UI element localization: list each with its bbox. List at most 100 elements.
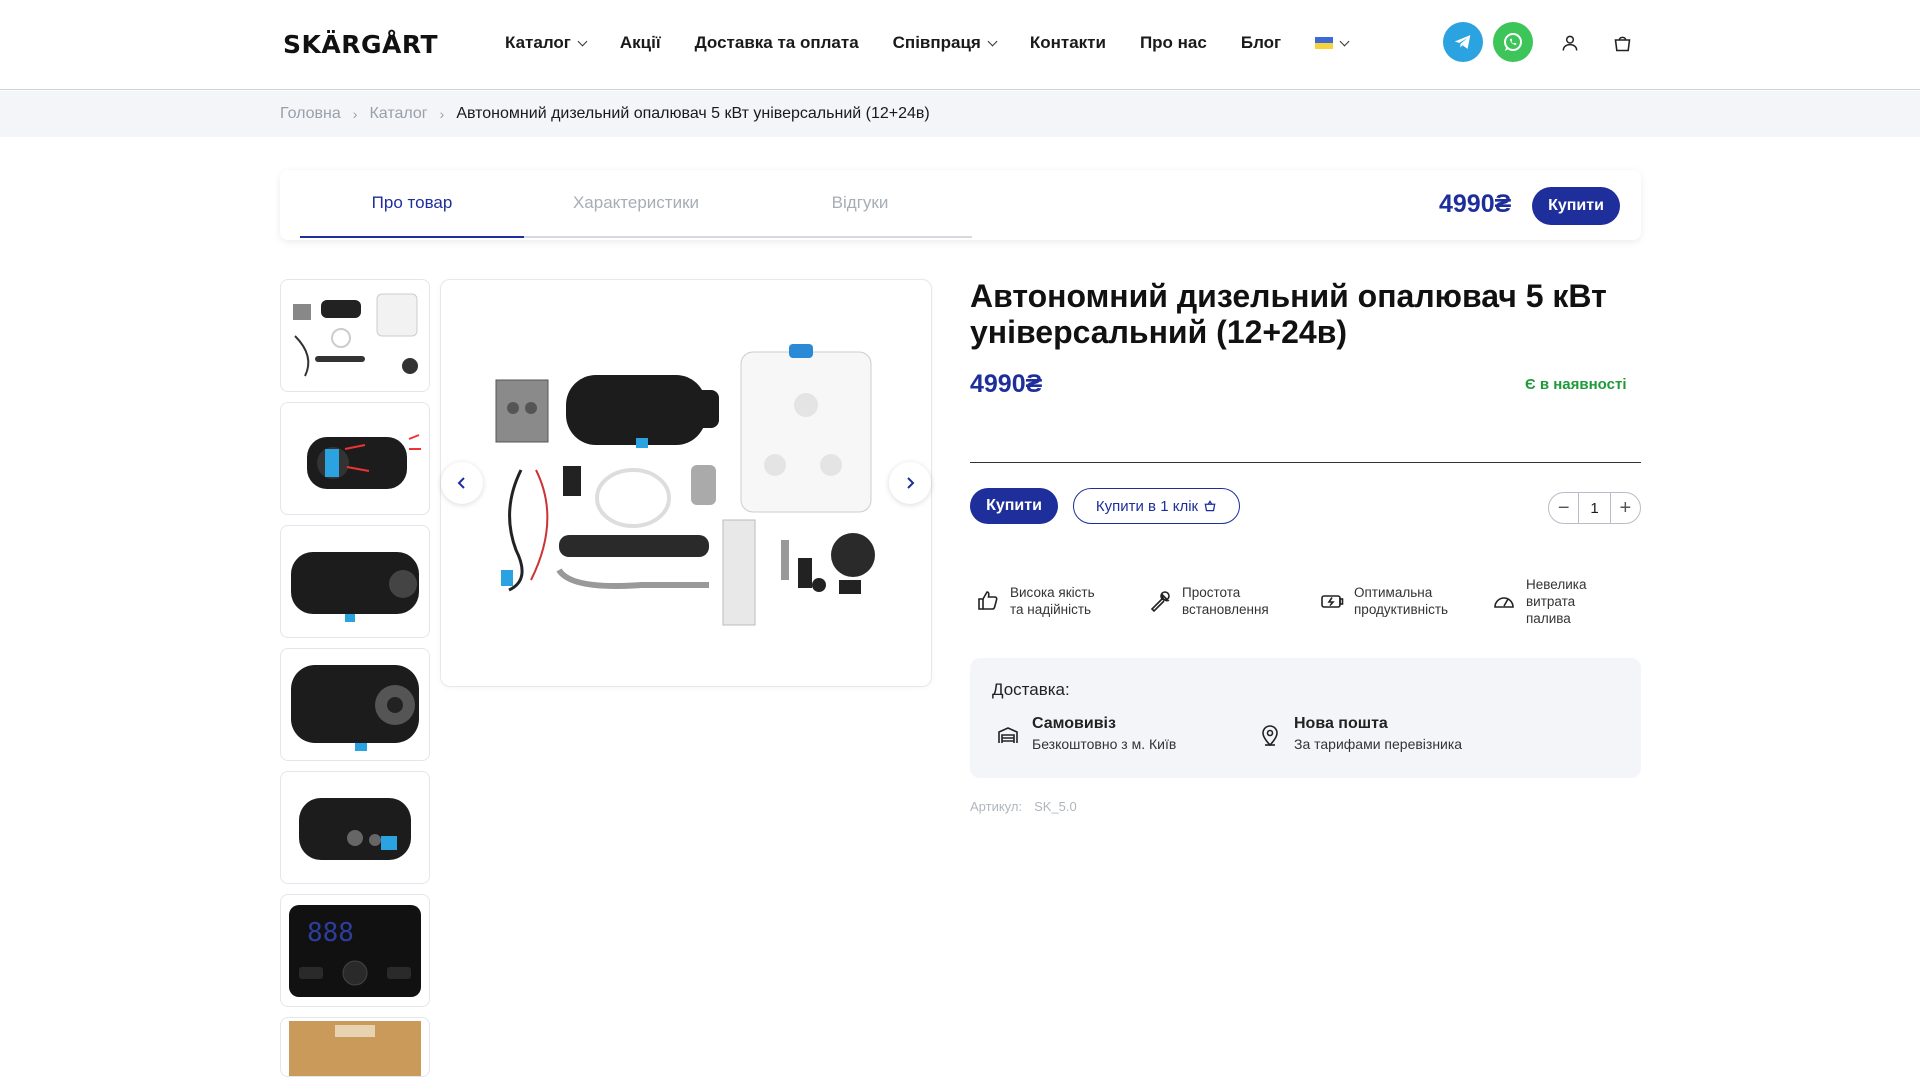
feature-line: встановлення (1182, 602, 1269, 617)
chevron-down-icon (987, 36, 998, 46)
battery-icon (1321, 595, 1344, 608)
whatsapp-icon (1504, 33, 1522, 51)
tab-about[interactable]: Про товар (300, 170, 524, 238)
delivery-desc: За тарифами перевізника (1294, 736, 1463, 752)
wrench-icon (1150, 591, 1170, 613)
basket-icon (1204, 500, 1216, 512)
account-button[interactable] (1560, 33, 1580, 58)
feature-item: Оптимальна продуктивність (1320, 584, 1448, 618)
breadcrumb-bar: Головна › Каталог › Автономний дизельний… (0, 91, 1920, 137)
article-info: Артикул: SK_5.0 (970, 799, 1077, 814)
nav-item-catalog[interactable]: Каталог (505, 33, 588, 53)
product-price: 4990₴ (970, 370, 1043, 398)
breadcrumb-home[interactable]: Головна (280, 105, 341, 123)
product-kit-image (293, 293, 418, 376)
thumbnail-1[interactable] (280, 279, 430, 392)
feature-line: витрата (1526, 594, 1576, 609)
tabs-price: 4990₴ (1439, 190, 1512, 218)
delivery-box: Доставка: Самовивіз Безкоштовно з м. Київ… (970, 658, 1641, 778)
tabs-buy-button[interactable]: Купити (1532, 187, 1620, 225)
breadcrumb-current: Автономний дизельний опалювач 5 кВт унів… (456, 105, 930, 122)
user-icon (1562, 35, 1578, 51)
feature-line: палива (1526, 611, 1571, 626)
gauge-icon (1494, 596, 1514, 608)
nav-item-delivery[interactable]: Доставка та оплата (695, 33, 859, 53)
logo[interactable]: SKÄRGÅRT (283, 30, 438, 59)
increase-quantity-button[interactable]: + (1611, 493, 1640, 523)
product-box-image (289, 1021, 421, 1076)
feature-line: та надійність (1010, 602, 1092, 617)
heater-rear-image (299, 797, 411, 860)
whatsapp-button[interactable] (1493, 22, 1533, 62)
delivery-option-pickup: Самовивіз Безкоштовно з м. Київ (996, 715, 1176, 752)
thumbnail-2[interactable] (280, 402, 430, 515)
delivery-name: Самовивіз (1032, 715, 1116, 732)
delivery-title: Доставка: (992, 680, 1070, 699)
chevron-left-icon (457, 477, 465, 489)
feature-line: продуктивність (1354, 602, 1449, 617)
quantity-stepper: − 1 + (1548, 492, 1641, 524)
tab-specs[interactable]: Характеристики (524, 170, 748, 238)
feature-line: Простота (1182, 585, 1241, 600)
buy-button[interactable]: Купити (970, 488, 1058, 524)
chevron-right-icon (907, 477, 915, 489)
store-icon (998, 727, 1018, 743)
control-panel-image: 888 (289, 904, 421, 997)
main-nav: Каталог Акції Доставка та оплата Співпра… (505, 33, 1382, 53)
delivery-name: Нова пошта (1294, 715, 1388, 732)
thumbnail-5[interactable] (280, 771, 430, 884)
divider (970, 462, 1641, 463)
nav-item-blog[interactable]: Блог (1241, 33, 1281, 53)
chevron-down-icon (1339, 36, 1350, 46)
feature-item: Простота встановлення (1148, 584, 1269, 618)
decrease-quantity-button[interactable]: − (1549, 493, 1578, 523)
main-product-image (440, 279, 932, 687)
location-pin-icon (1262, 725, 1278, 747)
buy-one-click-label: Купити в 1 клік (1095, 497, 1199, 515)
quantity-value[interactable]: 1 (1578, 493, 1611, 523)
nav-item-promotions[interactable]: Акції (620, 33, 661, 53)
svg-text:888: 888 (307, 918, 354, 948)
thumbnail-7[interactable] (280, 1017, 430, 1077)
thumbnail-list: 888 (280, 279, 430, 1087)
next-image-button[interactable] (889, 462, 931, 504)
ukraine-flag-icon (1315, 37, 1334, 49)
cart-button[interactable] (1612, 33, 1633, 59)
feature-line: Висока якість (1010, 585, 1095, 600)
buy-one-click-button[interactable]: Купити в 1 клік (1073, 488, 1240, 524)
feature-line: Оптимальна (1354, 585, 1433, 600)
delivery-desc: Безкоштовно з м. Київ (1032, 736, 1177, 752)
thumbnail-6[interactable]: 888 (280, 894, 430, 1007)
cart-icon (1614, 36, 1631, 52)
tab-reviews[interactable]: Відгуки (748, 170, 972, 238)
telegram-icon (1454, 35, 1471, 49)
feature-line: Невелика (1526, 577, 1587, 592)
site-header: SKÄRGÅRT Каталог Акції Доставка та оплат… (0, 0, 1920, 90)
feature-item: Невелика витрата палива (1492, 576, 1586, 627)
heater-front-image (291, 664, 419, 751)
chevron-down-icon (577, 36, 588, 46)
breadcrumb-catalog[interactable]: Каталог (369, 105, 427, 123)
thumbnail-4[interactable] (280, 648, 430, 761)
stock-status: Є в наявності (1525, 376, 1627, 393)
article-value: SK_5.0 (1034, 799, 1077, 814)
feature-item: Висока якість та надійність (976, 584, 1095, 618)
thumbs-up-icon (978, 591, 998, 610)
product-tabs-bar: Про товар Характеристики Відгуки 4990₴ К… (280, 170, 1641, 240)
nav-item-cooperation[interactable]: Співпраця (893, 33, 998, 53)
telegram-button[interactable] (1443, 22, 1483, 62)
nav-item-contacts[interactable]: Контакти (1030, 33, 1106, 53)
delivery-option-nova-poshta: Нова пошта За тарифами перевізника (1258, 715, 1462, 752)
nav-item-about[interactable]: Про нас (1140, 33, 1207, 53)
heater-diagram-image (307, 433, 421, 489)
chevron-right-icon: › (352, 106, 358, 122)
article-label: Артикул: (970, 799, 1023, 814)
feature-list: Висока якість та надійність Простота встан… (976, 577, 1646, 638)
product-title: Автономний дизельний опалювач 5 кВт унів… (970, 278, 1607, 350)
thumbnail-3[interactable] (280, 525, 430, 638)
product-kit-image (495, 344, 875, 626)
chevron-right-icon: › (439, 106, 445, 122)
prev-image-button[interactable] (441, 462, 483, 504)
language-selector[interactable] (1315, 36, 1350, 49)
breadcrumb: Головна › Каталог › Автономний дизельний… (280, 105, 930, 123)
